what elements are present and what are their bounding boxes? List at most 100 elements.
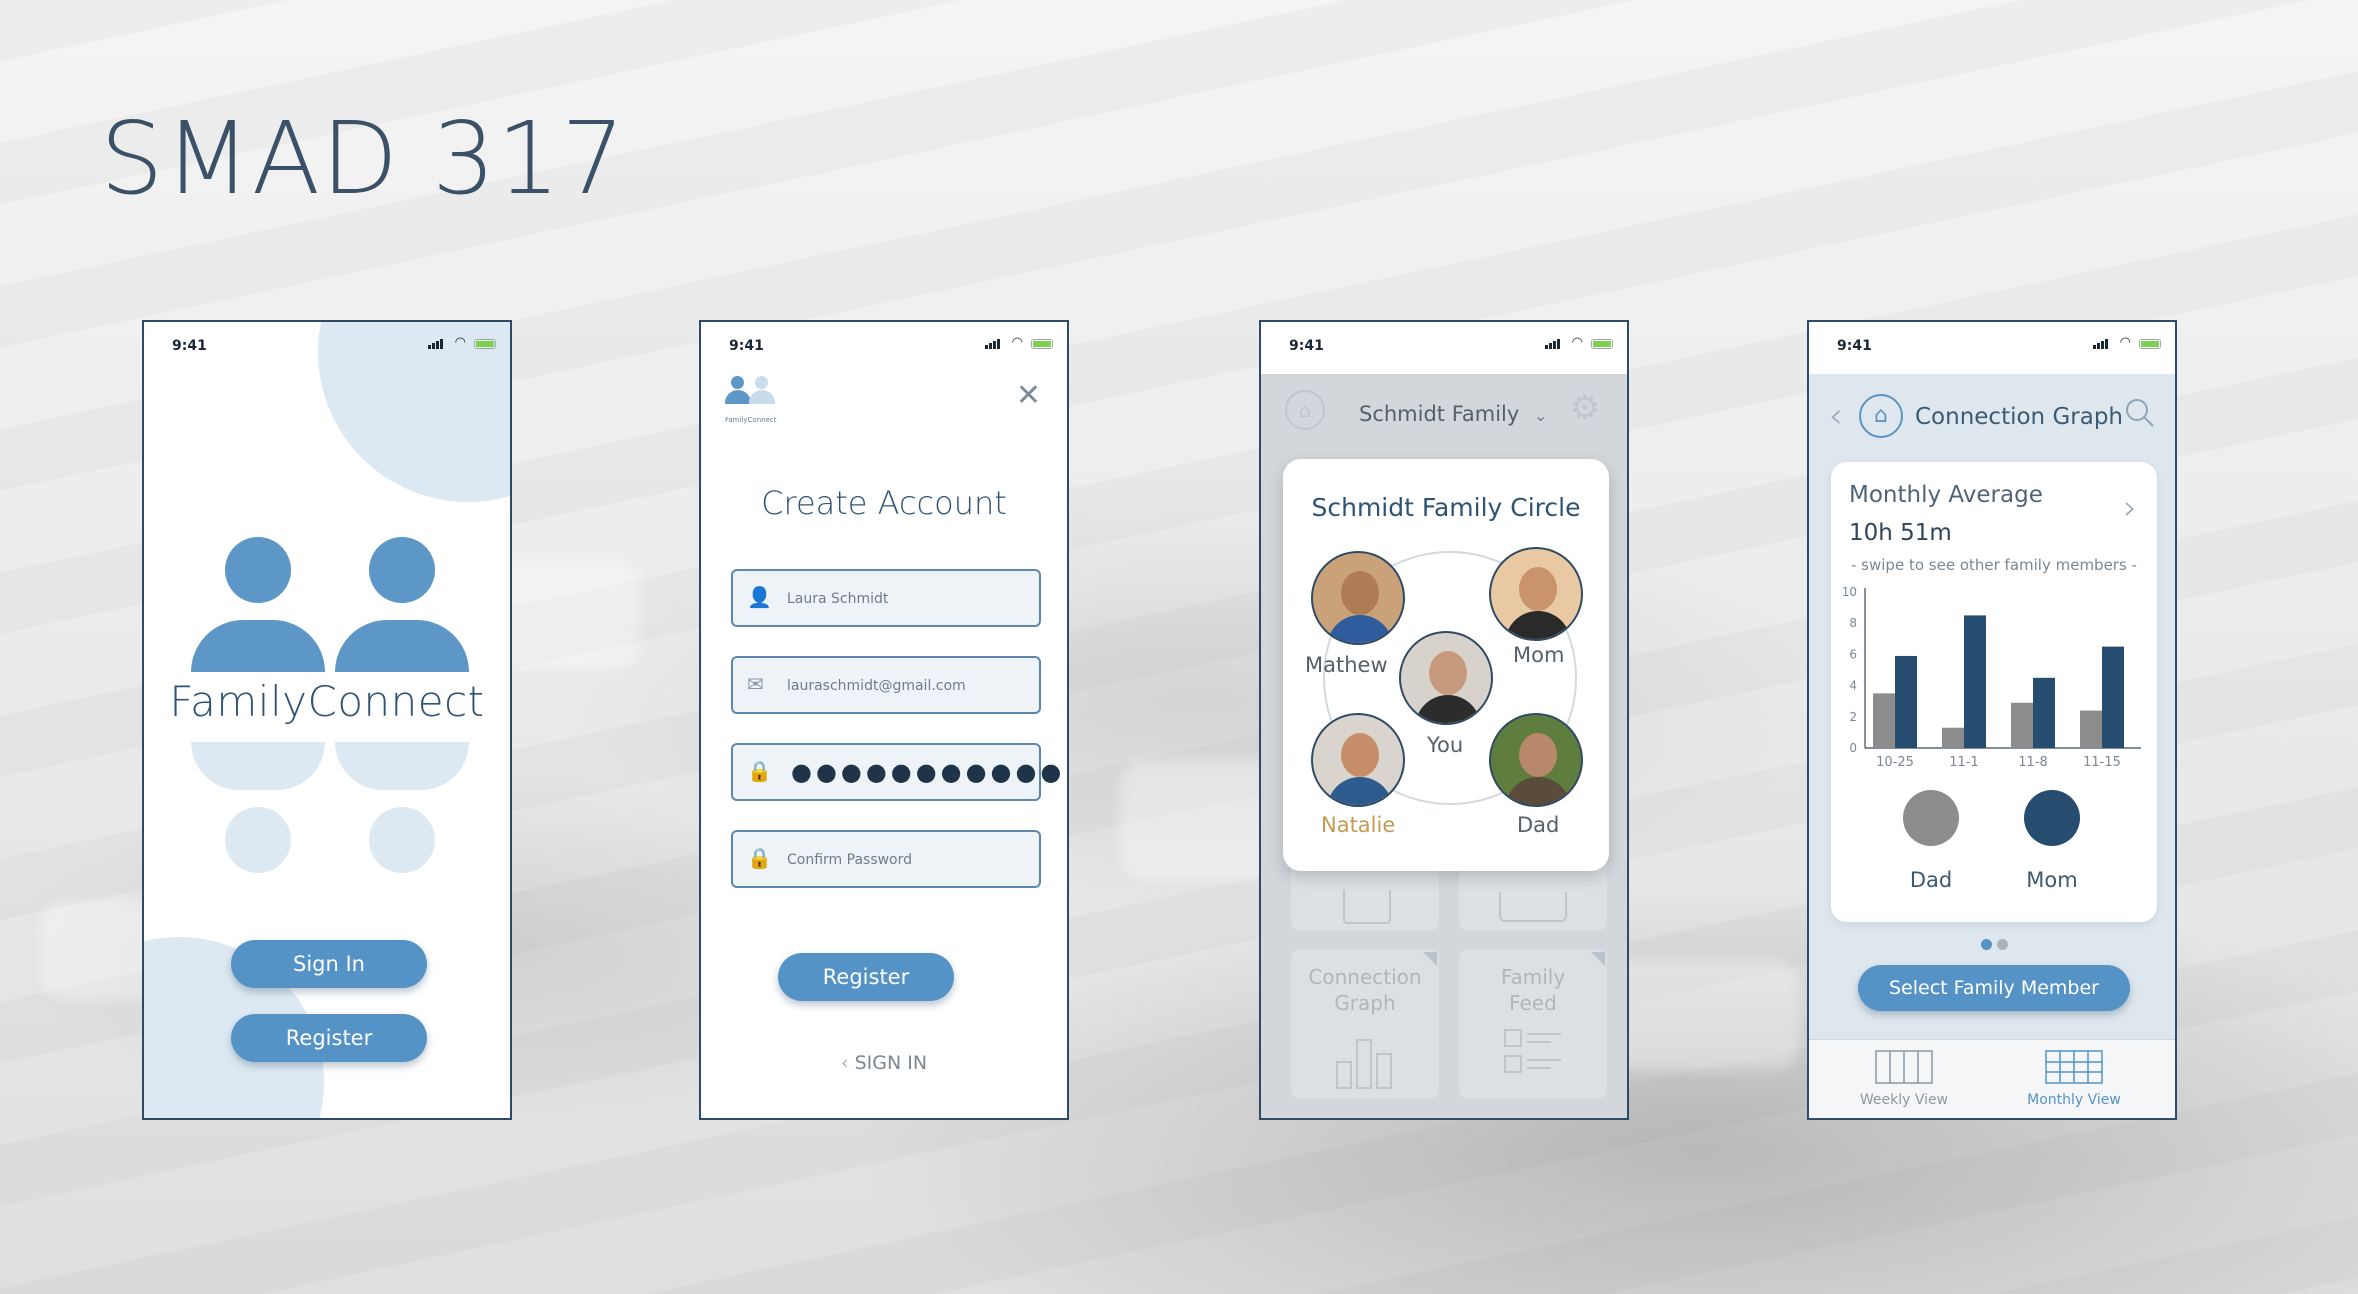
corner-fold-icon [1423, 952, 1437, 966]
bar-dad [2080, 710, 2102, 748]
status-time: 9:41 [729, 338, 764, 354]
bar-chart-icon [1336, 1039, 1392, 1089]
search-icon[interactable] [2125, 398, 2155, 428]
name-field-value: Laura Schmidt [787, 591, 889, 607]
register-button[interactable]: Register [231, 1014, 427, 1062]
wifi-icon: ◠ [454, 335, 466, 350]
wifi-icon: ◠ [2119, 335, 2131, 350]
chevron-down-icon: ⌄ [1533, 406, 1548, 425]
page-title: Create Account [761, 484, 1007, 522]
password-mask: ●●●●●●●●●●● [791, 758, 1066, 786]
password-field[interactable]: 🔒 ●●●●●●●●●●● [731, 743, 1061, 801]
select-family-member-button[interactable]: Select Family Member [1858, 965, 2130, 1011]
chevron-left-icon[interactable]: ‹ [1829, 396, 1843, 436]
phone-create-account-screen: 9:41 ◠ FamilyConnect ✕ Create Account 👤 … [699, 320, 1069, 1120]
signal-icon [2093, 339, 2109, 349]
avatar-mom[interactable] [1489, 547, 1583, 641]
signal-icon [428, 339, 444, 349]
wifi-icon: ◠ [1011, 335, 1023, 350]
avatar-dad[interactable] [1489, 713, 1583, 807]
tab-monthly-view[interactable]: Monthly View [1999, 1050, 2149, 1108]
app-header: ⌂ Schmidt Family ⌄ ⚙ [1261, 374, 1627, 434]
legend-dot-mom[interactable] [2024, 790, 2080, 846]
tile-family-feed[interactable]: Family Feed [1459, 950, 1607, 1098]
logo-caption: FamilyConnect [725, 416, 777, 424]
status-time: 9:41 [1289, 338, 1324, 354]
confirm-password-field[interactable]: 🔒 Confirm Password [731, 830, 1041, 888]
y-tick-label: 10 [1842, 585, 1857, 599]
y-tick-label: 6 [1849, 647, 1857, 661]
tile-label-line: Feed [1509, 991, 1557, 1015]
status-bar: 9:41 ◠ [144, 322, 510, 360]
status-bar: 9:41 ◠ [701, 322, 1067, 360]
phone-landing-screen: 9:41 ◠ FamilyConnect Sign In Register [142, 320, 512, 1120]
corner-fold-icon [1591, 952, 1605, 966]
page-indicator-dot[interactable] [1997, 939, 2008, 950]
close-icon[interactable]: ✕ [1016, 378, 1041, 413]
familyconnect-logo-icon [725, 376, 775, 416]
home-icon[interactable]: ⌂ [1285, 390, 1325, 430]
sign-in-link-label: SIGN IN [854, 1052, 928, 1074]
email-field-value: lauraschmidt@gmail.com [787, 678, 966, 694]
bar-mom [1895, 655, 1917, 748]
home-icon[interactable]: ⌂ [1859, 394, 1903, 438]
bar-mom [1964, 615, 1986, 748]
monthly-grid-icon [2045, 1050, 2103, 1084]
chevron-left-icon: ‹ [840, 1052, 855, 1074]
register-button[interactable]: Register [778, 953, 954, 1001]
lock-icon: 🔒 [747, 846, 772, 870]
legend-dot-dad[interactable] [1903, 790, 1959, 846]
y-tick-label: 2 [1849, 710, 1857, 724]
app-header: ‹ ⌂ Connection Graph [1809, 374, 2175, 454]
bottom-tab-bar: Weekly View Monthly View [1809, 1039, 2175, 1118]
weekly-grid-icon [1875, 1050, 1933, 1084]
battery-icon [474, 339, 496, 349]
signal-icon [985, 339, 1001, 349]
member-name-natalie: Natalie [1321, 813, 1396, 837]
feed-list-icon [1504, 1029, 1561, 1073]
bar-mom [2102, 646, 2124, 748]
y-tick-label: 8 [1849, 616, 1857, 630]
tab-weekly-view[interactable]: Weekly View [1829, 1050, 1979, 1108]
member-name-mom: Mom [1513, 643, 1565, 667]
gear-icon[interactable]: ⚙ [1565, 390, 1605, 430]
avatar-you[interactable] [1399, 631, 1493, 725]
swipe-hint: - swipe to see other family members - [1851, 556, 2137, 574]
status-bar: 9:41 ◠ [1809, 322, 2175, 374]
status-time: 9:41 [1837, 338, 1872, 354]
tab-label: Weekly View [1859, 1092, 1949, 1108]
tile-label-line: Connection [1308, 965, 1422, 989]
tile-connection-graph[interactable]: Connection Graph [1291, 950, 1439, 1098]
family-circle-card: Schmidt Family Circle Mathew Mom You Nat… [1283, 459, 1609, 871]
card-title: Monthly Average [1849, 482, 2043, 508]
legend-label-dad: Dad [1909, 868, 1953, 892]
user-icon: 👤 [747, 585, 772, 609]
status-bar: 9:41 ◠ [1261, 322, 1627, 374]
email-field[interactable]: ✉ lauraschmidt@gmail.com [731, 656, 1041, 714]
battery-icon [1591, 339, 1613, 349]
tile-label-line: Family [1500, 965, 1566, 989]
phone-connection-graph-screen: 9:41 ◠ ‹ ⌂ Connection Graph Monthly Aver… [1807, 320, 2177, 1120]
x-tick-label: 10-25 [1876, 755, 1914, 770]
connection-bar-chart: 0 2 4 6 8 10 10-25 11-1 11-8 11-15 [1842, 585, 2141, 770]
family-selector[interactable]: Schmidt Family ⌄ [1359, 402, 1547, 426]
family-selector-label: Schmidt Family [1359, 402, 1520, 426]
phone-family-circle-screen: 9:41 ◠ ⌂ Schmidt Family ⌄ ⚙ Connection G… [1259, 320, 1629, 1120]
monthly-average-card: Monthly Average 10h 51m › - swipe to see… [1831, 462, 2157, 922]
slide-title: SMAD 317 [100, 100, 626, 217]
member-name-mathew: Mathew [1305, 653, 1388, 677]
legend-label-mom: Mom [2026, 868, 2078, 892]
calendar-icon [1343, 890, 1391, 924]
sign-in-button[interactable]: Sign In [231, 940, 427, 988]
signal-icon [1545, 339, 1561, 349]
lock-icon: 🔒 [747, 759, 772, 783]
avatar-natalie[interactable] [1311, 713, 1405, 807]
member-name-dad: Dad [1517, 813, 1560, 837]
avatar-mathew[interactable] [1311, 551, 1405, 645]
page-indicator-dot-active[interactable] [1981, 939, 1992, 950]
bar-dad [1942, 727, 1964, 748]
name-field[interactable]: 👤 Laura Schmidt [731, 569, 1041, 627]
sign-in-link[interactable]: ‹ SIGN IN [701, 1052, 1067, 1074]
battery-icon [1031, 339, 1053, 349]
chevron-right-icon[interactable]: › [2123, 488, 2137, 528]
